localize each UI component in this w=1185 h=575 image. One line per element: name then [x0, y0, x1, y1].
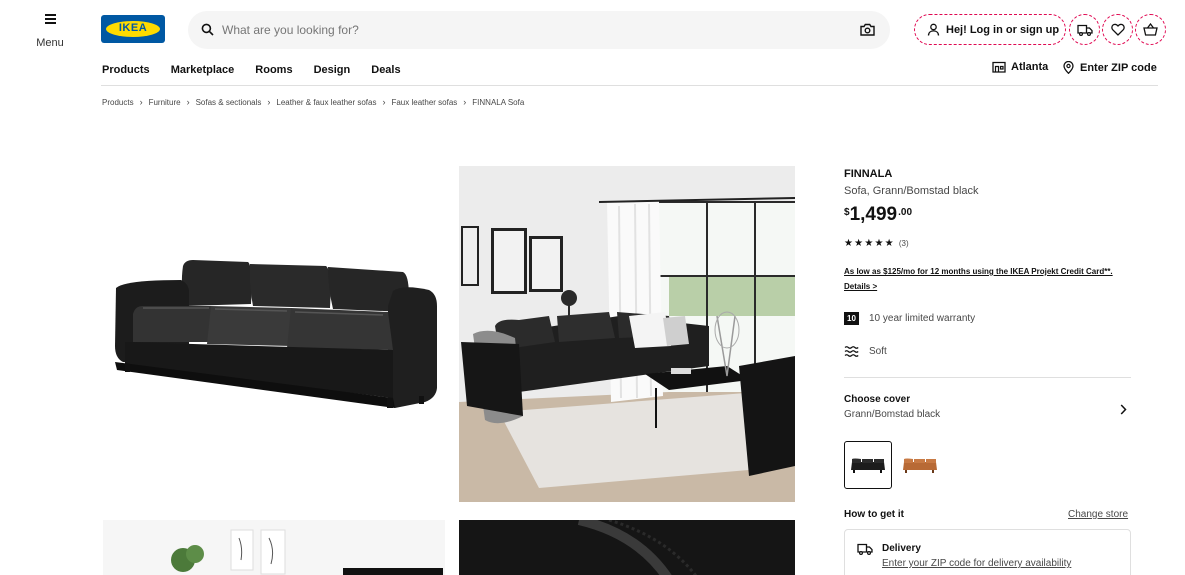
login-label: Hej! Log in or sign up — [946, 23, 1060, 36]
menu-button[interactable]: Menu — [30, 14, 70, 51]
basket-icon — [1143, 23, 1158, 36]
delivery-card[interactable]: Delivery Enter your ZIP code for deliver… — [844, 529, 1131, 575]
product-name: FINNALA — [844, 168, 893, 180]
chevron-right-icon — [1120, 404, 1127, 415]
change-store-link[interactable]: Change store — [1068, 509, 1128, 520]
menu-label: Menu — [36, 36, 64, 49]
warranty-text: 10 year limited warranty — [869, 313, 976, 324]
zip-selector[interactable]: Enter ZIP code — [1063, 61, 1157, 74]
heart-icon — [1110, 23, 1125, 36]
favorites-button[interactable] — [1102, 14, 1133, 45]
comfort-text: Soft — [869, 346, 887, 357]
nav-marketplace[interactable]: Marketplace — [171, 64, 235, 76]
breadcrumb-leather-sofas[interactable]: Leather & faux leather sofas — [276, 98, 376, 107]
breadcrumb-current: FINNALA Sofa — [472, 97, 525, 107]
star-rating-icon: ★★★★★ — [844, 238, 895, 249]
nav-design[interactable]: Design — [314, 64, 351, 76]
delivery-zip-link[interactable]: Enter your ZIP code for delivery availab… — [882, 558, 1071, 569]
chevron-right-icon: › — [186, 97, 190, 107]
search-input[interactable] — [222, 11, 822, 49]
hamburger-icon — [44, 14, 56, 24]
product-price: $ 1,499 .00 — [844, 203, 912, 227]
header-divider — [101, 85, 1158, 86]
product-image-lifestyle[interactable] — [103, 520, 445, 575]
cover-title: Choose cover — [844, 394, 911, 405]
store-label: Atlanta — [1011, 61, 1049, 73]
chevron-right-icon: › — [267, 97, 271, 107]
ikea-logo[interactable]: IKEA — [101, 15, 165, 43]
delivery-title: Delivery — [882, 543, 921, 554]
product-image-room[interactable] — [459, 166, 795, 502]
product-image-detail[interactable] — [459, 520, 795, 575]
nav-rooms[interactable]: Rooms — [255, 64, 292, 76]
user-icon — [927, 23, 940, 36]
location-pin-icon — [1063, 61, 1074, 74]
price-integer: 1,499 — [849, 204, 898, 225]
main-nav: Products Marketplace Rooms Design Deals — [102, 64, 422, 76]
chevron-right-icon: › — [382, 97, 386, 107]
chevron-right-icon: › — [463, 97, 467, 107]
cover-swatch-black[interactable] — [844, 441, 892, 489]
breadcrumb-products[interactable]: Products — [102, 98, 134, 107]
warranty-badge-icon: 10 — [844, 312, 859, 325]
store-icon — [992, 61, 1006, 73]
cover-swatch-brown[interactable] — [896, 441, 944, 489]
credit-offer-link[interactable]: As low as $125/mo for 12 months using th… — [844, 264, 1124, 294]
login-button[interactable]: Hej! Log in or sign up — [914, 14, 1066, 45]
nav-deals[interactable]: Deals — [371, 64, 400, 76]
price-decimals: .00 — [898, 207, 913, 218]
product-rating[interactable]: ★★★★★ (3) — [844, 238, 909, 249]
breadcrumb: Products › Furniture › Sofas & sectional… — [102, 97, 524, 107]
camera-icon[interactable] — [860, 23, 875, 36]
product-description: Sofa, Grann/Bomstad black — [844, 185, 979, 197]
truck-icon — [857, 543, 873, 555]
nav-products[interactable]: Products — [102, 64, 150, 76]
chevron-right-icon: › — [139, 97, 143, 107]
breadcrumb-faux-leather-sofas[interactable]: Faux leather sofas — [391, 98, 457, 107]
how-to-get-heading: How to get it — [844, 509, 904, 520]
store-selector[interactable]: Atlanta — [992, 61, 1048, 73]
info-divider — [844, 377, 1131, 378]
truck-icon — [1076, 24, 1093, 36]
zip-label: Enter ZIP code — [1080, 61, 1157, 74]
breadcrumb-sofas-sectionals[interactable]: Sofas & sectionals — [196, 98, 262, 107]
choose-cover-button[interactable]: Choose cover Grann/Bomstad black — [844, 394, 1131, 428]
breadcrumb-furniture[interactable]: Furniture — [149, 98, 181, 107]
comfort-wave-icon — [844, 346, 859, 357]
search-bar — [188, 11, 890, 49]
delivery-truck-button[interactable] — [1069, 14, 1100, 45]
warranty-info: 10 10 year limited warranty — [844, 312, 975, 325]
comfort-info: Soft — [844, 345, 887, 358]
product-image-main[interactable] — [103, 166, 445, 502]
cart-button[interactable] — [1135, 14, 1166, 45]
search-icon — [201, 23, 214, 36]
review-count: (3) — [898, 239, 909, 248]
cover-value: Grann/Bomstad black — [844, 409, 941, 420]
